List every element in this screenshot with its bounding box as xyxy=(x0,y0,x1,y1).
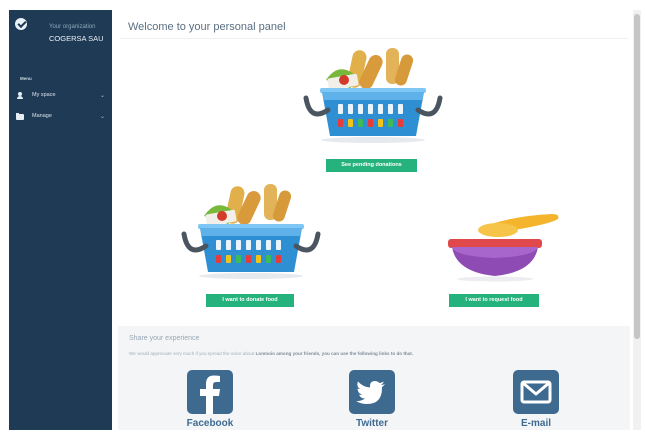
social-label: Twitter xyxy=(355,418,389,429)
scrollbar-thumb[interactable] xyxy=(634,14,640,339)
email-share-link[interactable]: E-mail xyxy=(506,370,566,429)
sidebar-item-label: Manage xyxy=(32,113,52,119)
share-text-normal: We would appreciate very much if you spr… xyxy=(129,351,256,356)
user-icon xyxy=(16,91,24,99)
title-divider xyxy=(120,38,628,39)
org-name: COGERSA SAU xyxy=(49,34,104,43)
donate-food-button[interactable]: I want to donate food xyxy=(206,294,294,307)
sidebar: Your organization COGERSA SAU Menu My sp… xyxy=(9,10,112,430)
sidebar-item-label: My space xyxy=(32,92,56,98)
org-caption: Your organization xyxy=(49,24,96,30)
page-title: Welcome to your personal panel xyxy=(128,21,286,33)
facebook-icon xyxy=(187,370,233,414)
request-food-button[interactable]: I want to request food xyxy=(449,294,539,307)
facebook-share-link[interactable]: Facebook xyxy=(180,370,240,429)
twitter-share-link[interactable]: Twitter xyxy=(342,370,402,429)
email-icon xyxy=(513,370,559,414)
food-basket-image xyxy=(181,184,321,279)
sidebar-item-my-space[interactable]: My space ⌄ xyxy=(16,89,109,101)
share-description: We would appreciate very much if you spr… xyxy=(129,351,413,356)
social-label: E-mail xyxy=(520,418,551,429)
nav-heading: Menu xyxy=(20,76,32,81)
bowl-spoon-image xyxy=(448,214,559,282)
food-basket-image xyxy=(303,48,443,143)
share-text-bold: Lonmoio among your friends, you can use … xyxy=(255,351,414,356)
social-label: Facebook xyxy=(186,418,234,429)
twitter-icon xyxy=(349,370,395,414)
sidebar-item-manage[interactable]: Manage ⌄ xyxy=(16,110,109,122)
share-title: Share your experience xyxy=(129,335,200,342)
chevron-down-icon: ⌄ xyxy=(99,113,105,120)
folder-icon xyxy=(16,112,24,120)
chevron-down-icon: ⌄ xyxy=(99,92,105,99)
see-pending-donations-button[interactable]: See pending donations xyxy=(326,159,417,172)
org-logo-icon xyxy=(15,18,27,30)
